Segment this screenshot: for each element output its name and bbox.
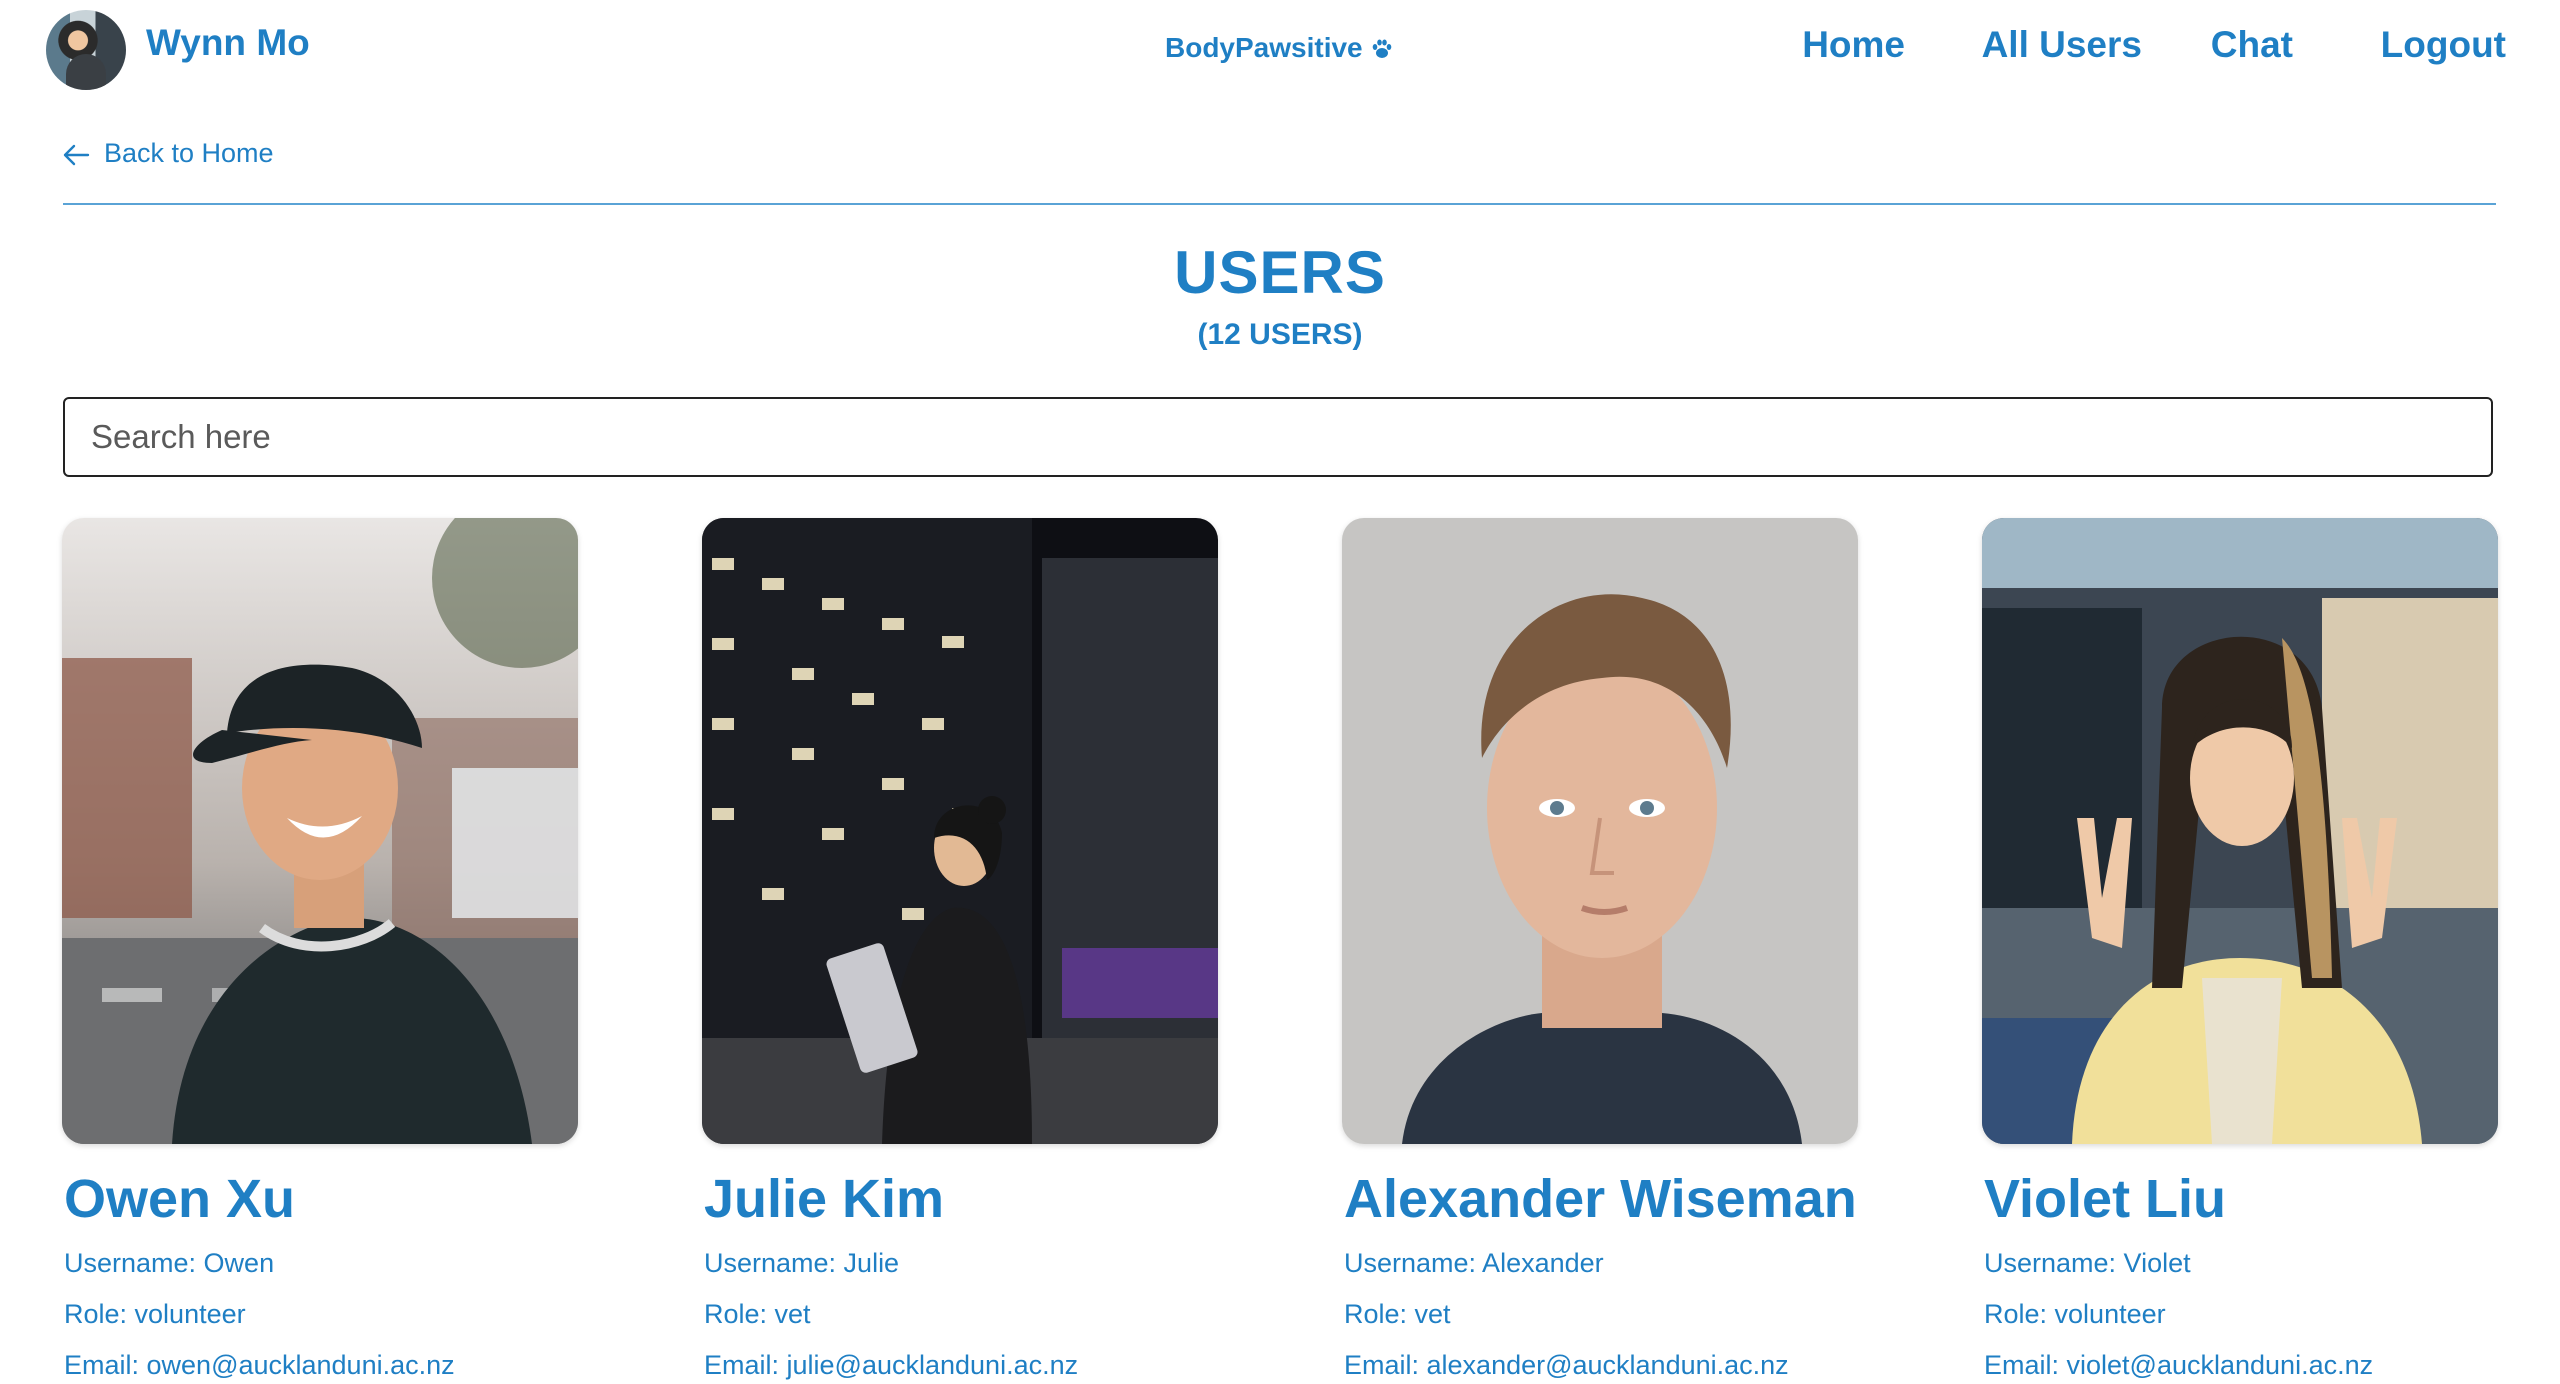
user-username: Username: Owen <box>64 1248 275 1278</box>
arrow-left-icon <box>63 144 90 166</box>
user-role: Role: vet <box>1344 1299 1451 1329</box>
user-name[interactable]: Owen Xu <box>64 1168 295 1230</box>
user-email: Email: violet@aucklanduni.ac.nz <box>1984 1350 2374 1380</box>
user-role: Role: vet <box>704 1299 811 1329</box>
avatar[interactable] <box>46 10 126 90</box>
back-link-label: Back to Home <box>104 138 274 168</box>
user-username: Username: Julie <box>704 1248 900 1278</box>
search-input[interactable] <box>63 397 2493 477</box>
page-title: USERS <box>1174 239 1386 306</box>
brand-name: BodyPawsitive <box>1165 32 1363 63</box>
user-username: Username: Alexander <box>1344 1248 1604 1278</box>
paw-icon <box>1372 39 1391 58</box>
user-role: Role: volunteer <box>1984 1299 2166 1329</box>
nav-logout[interactable]: Logout <box>2381 24 2506 66</box>
nav-home[interactable]: Home <box>1802 24 1905 66</box>
user-username: Username: Violet <box>1984 1248 2191 1278</box>
divider <box>63 203 2496 205</box>
user-count: (12 USERS) <box>1197 318 1363 351</box>
user-card[interactable]: Violet Liu Username: Violet Role: volunt… <box>1982 518 2498 1380</box>
user-name[interactable]: Julie Kim <box>704 1168 944 1230</box>
brand-logo[interactable]: BodyPawsitive <box>1165 32 1393 64</box>
user-photo <box>62 518 578 1144</box>
user-name[interactable]: Violet Liu <box>1984 1168 2226 1230</box>
back-to-home-link[interactable]: Back to Home <box>62 138 274 169</box>
user-photo <box>702 518 1218 1144</box>
nav-all-users[interactable]: All Users <box>1982 24 2142 66</box>
user-photo <box>1342 518 1858 1144</box>
top-nav: Wynn Mo BodyPawsitive Home All Users Cha… <box>0 0 2560 100</box>
user-photo <box>1982 518 2498 1144</box>
user-name[interactable]: Alexander Wiseman <box>1344 1168 1857 1230</box>
user-email: Email: julie@aucklanduni.ac.nz <box>704 1350 1079 1380</box>
user-email: Email: alexander@aucklanduni.ac.nz <box>1344 1350 1789 1380</box>
user-email: Email: owen@aucklanduni.ac.nz <box>64 1350 455 1380</box>
nav-chat[interactable]: Chat <box>2211 24 2293 66</box>
user-role: Role: volunteer <box>64 1299 246 1329</box>
user-card[interactable]: Alexander Wiseman Username: Alexander Ro… <box>1342 518 1858 1380</box>
user-card[interactable]: Owen Xu Username: Owen Role: volunteer E… <box>62 518 578 1380</box>
current-user-name[interactable]: Wynn Mo <box>146 22 310 64</box>
user-card[interactable]: Julie Kim Username: Julie Role: vet Emai… <box>702 518 1218 1380</box>
